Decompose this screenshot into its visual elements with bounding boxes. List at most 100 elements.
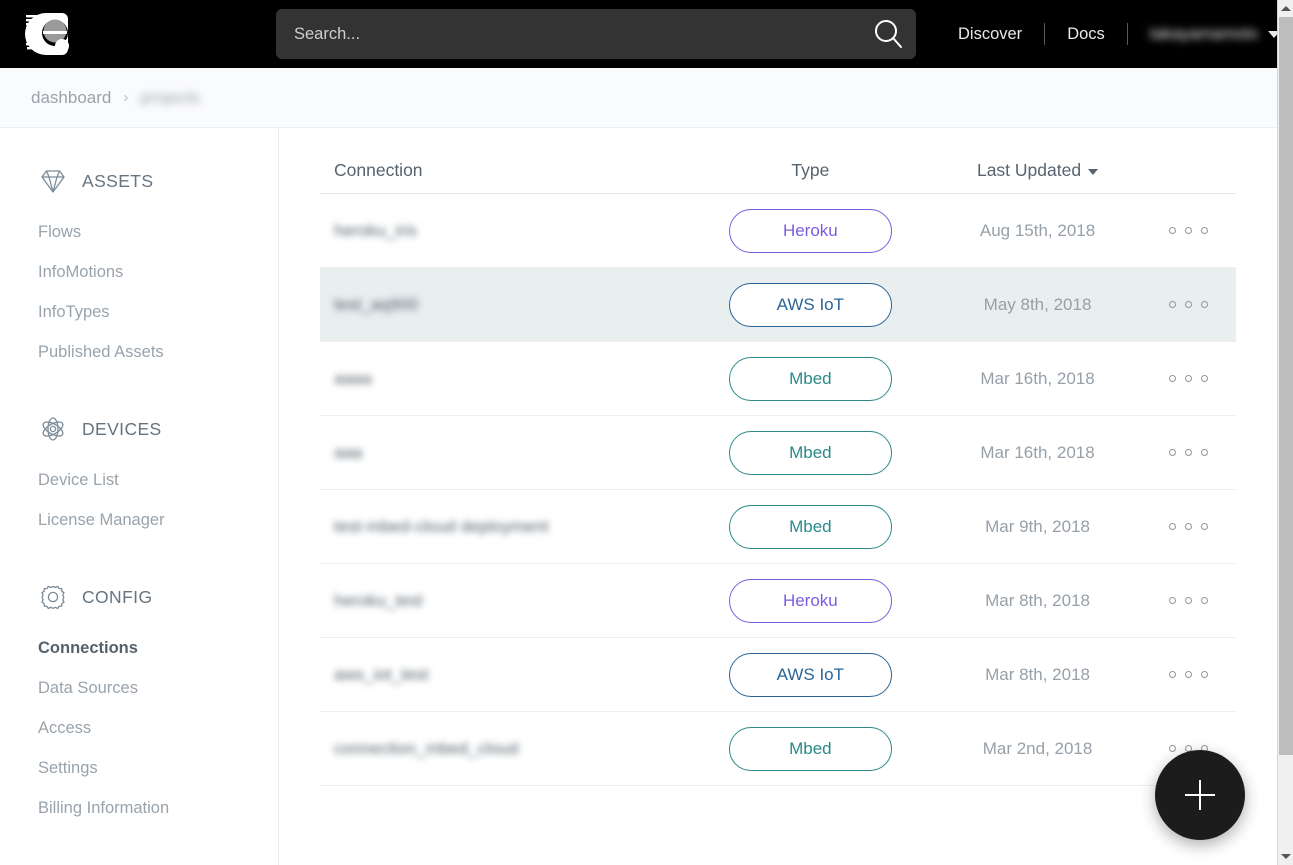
breadcrumb-separator: › (111, 89, 140, 106)
chevron-down-icon (1281, 854, 1291, 859)
table-row[interactable]: aaaaMbedMar 16th, 2018 (320, 342, 1236, 416)
sidebar-item-license-manager[interactable]: License Manager (0, 500, 278, 540)
sidebar-item-access[interactable]: Access (0, 708, 278, 748)
nav-link-docs[interactable]: Docs (1045, 0, 1127, 68)
three-dots-icon[interactable] (1169, 523, 1208, 530)
breadcrumb: dashboard › projects (0, 68, 1277, 128)
dot (1201, 301, 1208, 308)
sidebar-list-assets: Flows InfoMotions InfoTypes Published As… (0, 212, 278, 372)
search-bar[interactable] (276, 9, 916, 59)
sidebar-section-assets: ASSETS (0, 158, 278, 204)
sidebar-item-infotypes[interactable]: InfoTypes (0, 292, 278, 332)
user-menu[interactable]: takayamamoto (1128, 0, 1293, 68)
connection-name: test_aq900 (320, 295, 686, 315)
sidebar-item-connections[interactable]: Connections (0, 628, 278, 668)
infomotion-logo (24, 9, 76, 59)
three-dots-icon[interactable] (1169, 597, 1208, 604)
column-header-actions (1140, 181, 1236, 193)
breadcrumb-item-projects[interactable]: projects (140, 88, 200, 108)
type-cell: Heroku (686, 209, 935, 253)
sidebar-item-flows[interactable]: Flows (0, 212, 278, 252)
dot (1169, 523, 1176, 530)
sidebar-item-data-sources[interactable]: Data Sources (0, 668, 278, 708)
search-button[interactable] (860, 9, 916, 59)
main-content: Connection Type Last Updated heroku_iris… (279, 128, 1277, 865)
table-row[interactable]: connection_mbed_cloudMbedMar 2nd, 2018 (320, 712, 1236, 786)
table-row[interactable]: aaa Mbed Mar 16th, 2018 (320, 416, 1236, 490)
logo-link[interactable] (0, 0, 100, 68)
type-badge[interactable]: AWS IoT (729, 283, 892, 327)
sidebar-item-device-list[interactable]: Device List (0, 460, 278, 500)
three-dots-icon[interactable] (1169, 227, 1208, 234)
dot (1201, 227, 1208, 234)
type-badge[interactable]: Heroku (729, 209, 892, 253)
breadcrumb-item-dashboard[interactable]: dashboard (31, 88, 111, 108)
three-dots-icon[interactable] (1169, 449, 1208, 456)
diamond-icon (38, 166, 68, 196)
page-scrollbar[interactable] (1277, 0, 1293, 865)
dot (1185, 523, 1192, 530)
sidebar-item-infomotions[interactable]: InfoMotions (0, 252, 278, 292)
type-badge[interactable]: Mbed (729, 431, 892, 475)
chevron-down-icon (1088, 169, 1098, 175)
sidebar-item-settings[interactable]: Settings (0, 748, 278, 788)
add-connection-button[interactable] (1155, 750, 1245, 840)
dot (1185, 597, 1192, 604)
row-actions-cell (1140, 301, 1236, 308)
last-updated-cell: Mar 16th, 2018 (935, 443, 1141, 463)
table-row[interactable]: heroku_irisHerokuAug 15th, 2018 (320, 194, 1236, 268)
type-badge[interactable]: Heroku (729, 579, 892, 623)
table-row[interactable]: aws_iot_testAWS IoTMar 8th, 2018 (320, 638, 1236, 712)
dot (1185, 449, 1192, 456)
table-row[interactable]: heroku_testHerokuMar 8th, 2018 (320, 564, 1236, 638)
three-dots-icon[interactable] (1169, 375, 1208, 382)
connection-name: aaa (320, 443, 686, 463)
dot (1169, 449, 1176, 456)
dot (1169, 671, 1176, 678)
search-input[interactable] (276, 9, 860, 59)
sidebar-list-config: Connections Data Sources Access Settings… (0, 628, 278, 828)
table-row[interactable]: test-mbed-cloud deploymentMbedMar 9th, 2… (320, 490, 1236, 564)
row-actions-cell (1140, 375, 1236, 382)
dot (1169, 375, 1176, 382)
dot (1201, 449, 1208, 456)
dot (1201, 523, 1208, 530)
last-updated-cell: Mar 8th, 2018 (935, 665, 1141, 685)
search-icon (871, 17, 905, 51)
sidebar-item-published-assets[interactable]: Published Assets (0, 332, 278, 372)
sidebar-section-title: DEVICES (82, 419, 162, 440)
last-updated-cell: Mar 2nd, 2018 (935, 739, 1141, 759)
sidebar-gap-1 (0, 372, 278, 406)
three-dots-icon[interactable] (1169, 301, 1208, 308)
sidebar-list-devices: Device List License Manager (0, 460, 278, 540)
type-badge[interactable]: Mbed (729, 357, 892, 401)
type-badge[interactable]: Mbed (729, 727, 892, 771)
three-dots-icon[interactable] (1169, 671, 1208, 678)
atom-icon (38, 414, 68, 444)
connection-name: heroku_iris (320, 221, 686, 241)
gear-icon (38, 582, 68, 612)
sidebar-item-billing-information[interactable]: Billing Information (0, 788, 278, 828)
type-cell: Mbed (686, 727, 935, 771)
type-cell: Mbed (686, 357, 935, 401)
type-badge[interactable]: AWS IoT (729, 653, 892, 697)
connection-name: test-mbed-cloud deployment (320, 517, 686, 537)
type-cell: Mbed (686, 505, 935, 549)
table-row[interactable]: test_aq900AWS IoTMay 8th, 2018 (320, 268, 1236, 342)
row-actions-cell (1140, 449, 1236, 456)
top-bar: Discover Docs takayamamoto (0, 0, 1277, 68)
dot (1169, 745, 1176, 752)
connection-name: aaaa (320, 369, 686, 389)
sidebar-section-title: CONFIG (82, 587, 152, 608)
table-body: heroku_irisHerokuAug 15th, 2018test_aq90… (320, 194, 1236, 786)
type-cell: Heroku (686, 579, 935, 623)
scroll-up-button[interactable] (1278, 0, 1293, 17)
row-actions-cell (1140, 227, 1236, 234)
nav-link-discover[interactable]: Discover (936, 0, 1044, 68)
type-badge[interactable]: Mbed (729, 505, 892, 549)
scrollbar-thumb[interactable] (1279, 17, 1293, 755)
table-header-row: Connection Type Last Updated (320, 128, 1236, 194)
column-header-last-updated[interactable]: Last Updated (935, 160, 1141, 193)
scroll-down-button[interactable] (1278, 848, 1293, 865)
sidebar-section-devices: DEVICES (0, 406, 278, 452)
